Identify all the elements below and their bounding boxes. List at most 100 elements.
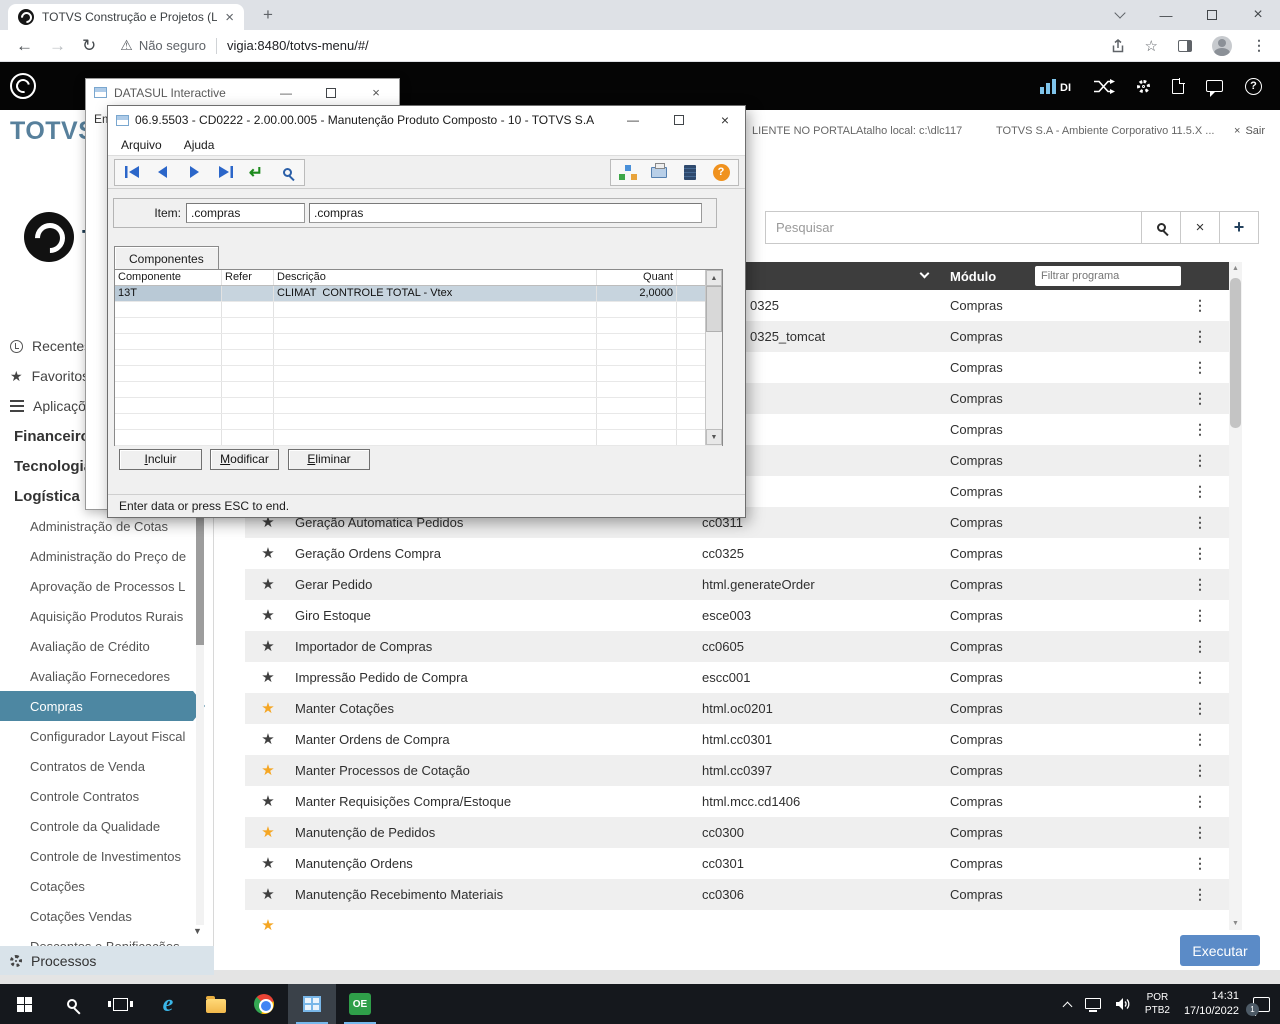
favorite-star-icon[interactable]: ★ <box>258 887 278 902</box>
close-button[interactable]: × <box>361 79 391 106</box>
grid-row-empty[interactable] <box>115 366 722 382</box>
table-row[interactable]: ★ <box>245 910 1229 932</box>
share-icon[interactable] <box>1111 38 1125 53</box>
bookmark-star-icon[interactable]: ☆ <box>1145 37 1158 55</box>
datasul-title-bar[interactable]: DATASUL Interactive <box>86 79 399 106</box>
tab-search-icon[interactable] <box>1100 0 1140 30</box>
taskbar-item-explorer[interactable] <box>192 984 240 1024</box>
table-scrollbar[interactable]: ▲ ▼ <box>1229 262 1242 930</box>
table-row[interactable]: ★ Manter Requisições Compra/Estoque html.m… <box>245 786 1229 817</box>
browser-tab[interactable]: TOTVS Construção e Projetos (Li × <box>8 4 244 30</box>
row-menu-icon[interactable]: ⋮ <box>1190 793 1210 810</box>
sidebar-item[interactable]: Controle da Qualidade <box>0 811 214 841</box>
export-button[interactable] <box>616 162 640 183</box>
tab-componentes[interactable]: Componentes <box>114 246 219 270</box>
table-row[interactable]: ★ Gerar Pedido html.generateOrder Compras ⋮ <box>245 569 1229 600</box>
first-record-button[interactable] <box>120 162 144 183</box>
sidebar-item[interactable]: Avaliação Fornecedores <box>0 661 214 691</box>
profile-avatar[interactable] <box>1212 35 1232 56</box>
minimize-button[interactable]: — <box>616 106 650 134</box>
grid-row-empty[interactable] <box>115 350 722 366</box>
sidebar-item[interactable]: Administração do Preço de <box>0 541 214 571</box>
row-menu-icon[interactable]: ⋮ <box>1190 452 1210 469</box>
close-button[interactable]: × <box>708 106 742 134</box>
scrollbar-thumb[interactable] <box>706 286 722 332</box>
scroll-down-icon[interactable]: ▼ <box>706 429 722 445</box>
go-button[interactable]: ↵ <box>244 162 268 183</box>
sidebar-item[interactable]: Cotações <box>0 871 214 901</box>
action-center-icon[interactable]: 1 <box>1246 996 1270 1016</box>
volume-icon[interactable] <box>1115 997 1131 1011</box>
clock[interactable]: 14:31 17/10/2022 <box>1184 989 1239 1019</box>
table-row[interactable]: ★ Manutenção Ordens cc0301 Compras ⋮ <box>245 848 1229 879</box>
grid-row-empty[interactable] <box>115 414 722 430</box>
scroll-more-icon[interactable]: ▼ <box>193 926 202 936</box>
grid-row-empty[interactable] <box>115 334 722 350</box>
row-menu-icon[interactable]: ⋮ <box>1190 421 1210 438</box>
sort-chevron-icon[interactable] <box>919 268 930 279</box>
row-menu-icon[interactable]: ⋮ <box>1190 824 1210 841</box>
taskbar-item-chrome[interactable] <box>240 984 288 1024</box>
favorite-star-icon[interactable]: ★ <box>258 825 278 840</box>
table-row[interactable]: ★ Geração Ordens Compra cc0325 Compras ⋮ <box>245 538 1229 569</box>
tab-close-icon[interactable]: × <box>225 10 234 25</box>
table-row[interactable]: ★ Manutenção de Pedidos cc0300 Compras ⋮ <box>245 817 1229 848</box>
add-button[interactable]: + <box>1219 211 1259 244</box>
favorite-star-icon[interactable]: ★ <box>258 608 278 623</box>
eliminar-button[interactable]: Eliminar <box>288 449 370 470</box>
grid-scrollbar[interactable]: ▲ ▼ <box>705 270 722 445</box>
sidebar-item[interactable]: Contratos de Venda <box>0 751 214 781</box>
row-menu-icon[interactable]: ⋮ <box>1190 638 1210 655</box>
row-menu-icon[interactable]: ⋮ <box>1190 514 1210 531</box>
task-view-button[interactable] <box>96 984 144 1024</box>
row-menu-icon[interactable]: ⋮ <box>1190 607 1210 624</box>
menu-ajuda[interactable]: Ajuda <box>184 138 215 152</box>
execute-button[interactable]: Executar <box>1180 935 1260 966</box>
logout-button[interactable]: × Sair <box>1234 125 1265 137</box>
favorite-star-icon[interactable]: ★ <box>258 732 278 747</box>
window-maximize-button[interactable] <box>1192 0 1232 30</box>
row-menu-icon[interactable]: ⋮ <box>1190 762 1210 779</box>
di-indicator[interactable]: DI <box>1040 78 1071 94</box>
url-text[interactable]: vigia:8480/totvs-menu/#/ <box>227 38 369 53</box>
scroll-down-icon[interactable]: ▼ <box>1229 917 1242 930</box>
chat-icon[interactable] <box>1206 80 1223 97</box>
sidebar-item[interactable]: Controle Contratos <box>0 781 214 811</box>
taskbar-item-ie[interactable]: e <box>144 984 192 1024</box>
gear-icon[interactable] <box>1137 79 1150 93</box>
table-row[interactable]: ★ Importador de Compras cc0605 Compras ⋮ <box>245 631 1229 662</box>
new-tab-button[interactable]: + <box>256 3 280 27</box>
module-column-header[interactable]: Módulo <box>950 269 996 284</box>
row-menu-icon[interactable]: ⋮ <box>1190 483 1210 500</box>
table-row[interactable]: ★ Giro Estoque esce003 Compras ⋮ <box>245 600 1229 631</box>
search-input[interactable] <box>765 211 1142 244</box>
sidebar-item[interactable]: Cotações Vendas <box>0 901 214 931</box>
reload-icon[interactable]: ↻ <box>82 37 96 54</box>
last-record-button[interactable] <box>213 162 237 183</box>
forward-icon[interactable]: → <box>49 37 66 54</box>
table-row[interactable]: ★ Manter Cotações html.oc0201 Compras ⋮ <box>245 693 1229 724</box>
row-menu-icon[interactable]: ⋮ <box>1190 669 1210 686</box>
grid-row-empty[interactable] <box>115 318 722 334</box>
sidebar-item[interactable]: Compras <box>0 691 205 721</box>
row-menu-icon[interactable]: ⋮ <box>1190 545 1210 562</box>
grid-row-empty[interactable] <box>115 382 722 398</box>
modificar-button[interactable]: Modificar <box>210 449 279 470</box>
table-row[interactable]: ★ Manutenção Recebimento Materiais cc0306 C… <box>245 879 1229 910</box>
document-icon[interactable] <box>1172 77 1185 94</box>
grid-row-empty[interactable] <box>115 430 722 446</box>
incluir-button[interactable]: Incluir <box>119 449 202 470</box>
maximize-button[interactable] <box>662 106 696 134</box>
row-menu-icon[interactable]: ⋮ <box>1190 359 1210 376</box>
table-row[interactable]: ★ Manter Ordens de Compra html.cc0301 Compr… <box>245 724 1229 755</box>
favorite-star-icon[interactable]: ★ <box>258 918 278 932</box>
item-description-field[interactable] <box>309 203 702 223</box>
table-row[interactable]: ★ Manter Processos de Cotação html.cc0397 C… <box>245 755 1229 786</box>
search-button[interactable] <box>1141 211 1181 244</box>
row-menu-icon[interactable]: ⋮ <box>1190 576 1210 593</box>
taskbar-search-button[interactable] <box>48 984 96 1024</box>
row-menu-icon[interactable]: ⋮ <box>1190 297 1210 314</box>
side-panel-icon[interactable] <box>1178 39 1192 52</box>
security-warning[interactable]: ⚠ Não seguro <box>120 37 206 54</box>
sidebar-item-processos[interactable]: Processos <box>0 946 214 975</box>
